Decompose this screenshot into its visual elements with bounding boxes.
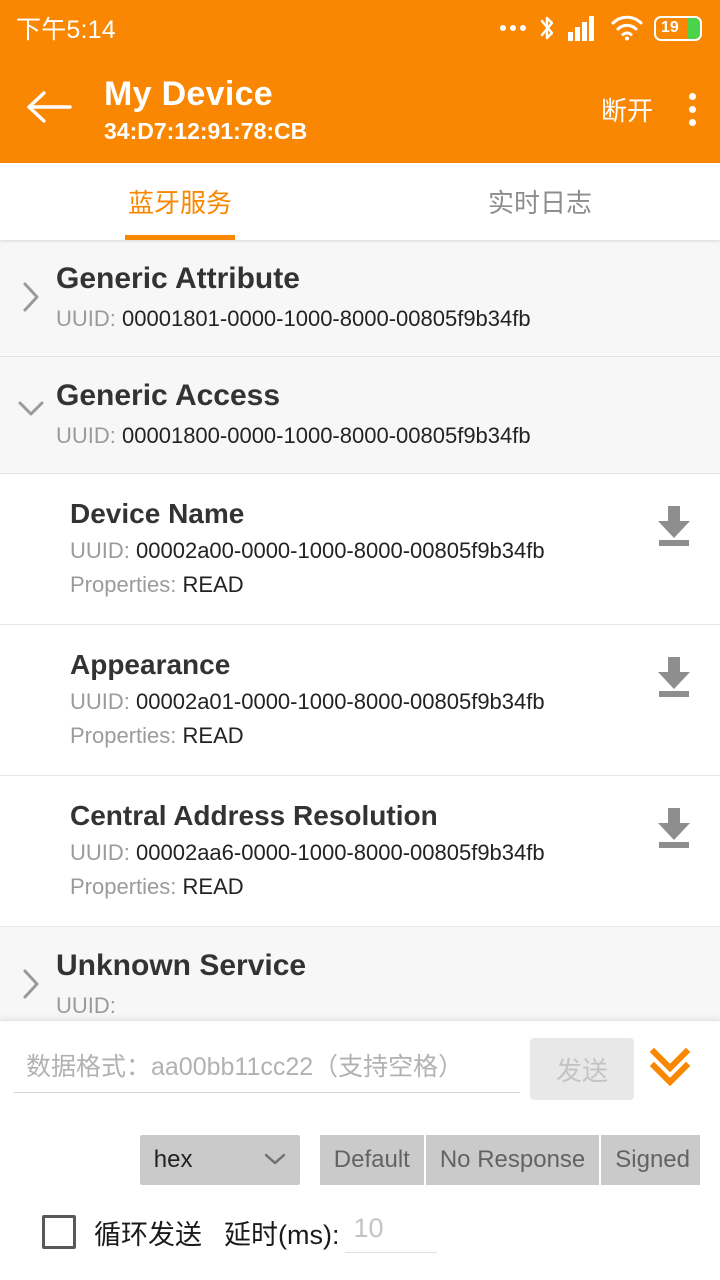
properties-label: Properties: [70,723,177,748]
chevron-right-icon [16,945,46,1001]
service-texts: Unknown Service UUID: [46,945,704,1023]
send-button[interactable]: 发送 [530,1038,634,1100]
uuid-label: UUID: [70,840,130,865]
service-name: Generic Attribute [56,262,300,295]
uuid-label: UUID: [56,993,116,1018]
double-chevron-down-icon [645,1044,695,1095]
format-select[interactable]: hex [139,1135,300,1185]
properties-label: Properties: [70,572,177,597]
format-select-value: hex [153,1146,193,1173]
delay-label: 延时(ms): [224,1219,340,1250]
service-texts: Generic Attribute UUID: 00001801-0000-10… [46,258,704,336]
loop-send-checkbox[interactable] [42,1215,76,1249]
send-row: 发送 [14,1033,706,1105]
loop-send-label: 循环发送 [94,1219,202,1250]
chevron-down-icon [262,1146,288,1174]
bluetooth-device-screen: 下午5:14 19 My Device 34:D7:12:91:78:CB 断开… [0,0,720,1280]
app-bar-titles: My Device 34:D7:12:91:78:CB [80,74,601,146]
tab-label: 蓝牙服务 [127,188,232,218]
status-icons: 19 [500,14,702,42]
uuid-label: UUID: [56,423,116,448]
service-name: Unknown Service [56,949,307,982]
properties-value: READ [182,723,244,748]
expand-panel-button[interactable] [634,1044,706,1095]
download-icon [652,502,696,553]
disconnect-button[interactable]: 断开 [601,91,653,128]
characteristic-row[interactable]: Central Address Resolution UUID: 00002aa… [0,776,720,927]
write-mode-no-response[interactable]: No Response [425,1135,602,1185]
service-uuid: UUID: [56,989,704,1023]
write-mode-signed[interactable]: Signed [601,1135,700,1185]
write-mode-default[interactable]: Default [319,1135,426,1185]
properties-value: READ [182,572,244,597]
data-input[interactable] [14,1045,520,1093]
chevron-right-icon [16,258,46,314]
characteristic-properties: Properties: READ [70,568,642,602]
characteristic-name: Central Address Resolution [70,800,438,831]
characteristic-uuid: UUID: 00002a00-0000-1000-8000-00805f9b34… [70,534,642,568]
characteristic-uuid: UUID: 00002aa6-0000-1000-8000-00805f9b34… [70,836,642,870]
uuid-value: 00002aa6-0000-1000-8000-00805f9b34fb [136,840,545,865]
service-name: Generic Access [56,379,281,412]
write-mode-segmented-control: Default No Response Signed [319,1135,700,1185]
page-title: My Device [104,74,274,113]
options-row: hex Default No Response Signed [14,1135,706,1185]
app-bar: My Device 34:D7:12:91:78:CB 断开 [0,56,720,163]
tab-realtime-log[interactable]: 实时日志 [360,163,720,240]
tab-bar: 蓝牙服务 实时日志 [0,163,720,240]
delay-input[interactable] [345,1211,438,1253]
characteristic-uuid: UUID: 00002a01-0000-1000-8000-00805f9b34… [70,685,642,719]
battery-level: 19 [661,19,679,36]
uuid-value: 00001800-0000-1000-8000-00805f9b34fb [122,423,531,448]
download-icon [652,804,696,855]
service-texts: Generic Access UUID: 00001800-0000-1000-… [46,375,704,453]
uuid-label: UUID: [70,538,130,563]
tab-bluetooth-services[interactable]: 蓝牙服务 [0,163,360,240]
chevron-down-icon [16,375,46,419]
read-button[interactable] [642,645,696,704]
back-arrow-icon [26,90,72,129]
uuid-value: 00002a01-0000-1000-8000-00805f9b34fb [136,689,545,714]
characteristic-texts: Central Address Resolution UUID: 00002aa… [70,796,642,904]
service-row[interactable]: Generic Access UUID: 00001800-0000-1000-… [0,357,720,474]
device-address: 34:D7:12:91:78:CB [104,117,308,144]
tab-label: 实时日志 [487,188,592,218]
properties-label: Properties: [70,874,177,899]
uuid-label: UUID: [70,689,130,714]
write-panel: 发送 hex Default [0,1020,720,1280]
characteristic-properties: Properties: READ [70,719,642,753]
signal-icon [568,15,600,41]
properties-value: READ [182,874,244,899]
battery-icon: 19 [654,15,702,41]
read-button[interactable] [642,796,696,855]
characteristic-row[interactable]: Device Name UUID: 00002a00-0000-1000-800… [0,474,720,625]
status-time: 下午5:14 [16,16,116,44]
characteristic-texts: Appearance UUID: 00002a01-0000-1000-8000… [70,645,642,753]
download-icon [652,653,696,704]
service-row[interactable]: Generic Attribute UUID: 00001801-0000-10… [0,240,720,357]
service-uuid: UUID: 00001800-0000-1000-8000-00805f9b34… [56,419,704,453]
characteristic-row[interactable]: Appearance UUID: 00002a01-0000-1000-8000… [0,625,720,776]
characteristic-name: Appearance [70,649,231,680]
characteristic-name: Device Name [70,498,245,529]
read-button[interactable] [642,494,696,553]
wifi-icon [611,15,643,41]
kebab-menu-icon[interactable] [683,87,702,132]
uuid-label: UUID: [56,306,116,331]
status-bar: 下午5:14 19 [0,0,720,56]
service-uuid: UUID: 00001801-0000-1000-8000-00805f9b34… [56,302,704,336]
characteristic-properties: Properties: READ [70,870,642,904]
characteristic-texts: Device Name UUID: 00002a00-0000-1000-800… [70,494,642,602]
uuid-value: 00001801-0000-1000-8000-00805f9b34fb [122,306,531,331]
more-dots-icon [500,25,526,31]
bluetooth-icon [537,14,557,42]
loop-send-row: 循环发送 延时(ms): [14,1211,706,1253]
back-button[interactable] [26,90,80,129]
uuid-value: 00002a00-0000-1000-8000-00805f9b34fb [136,538,545,563]
